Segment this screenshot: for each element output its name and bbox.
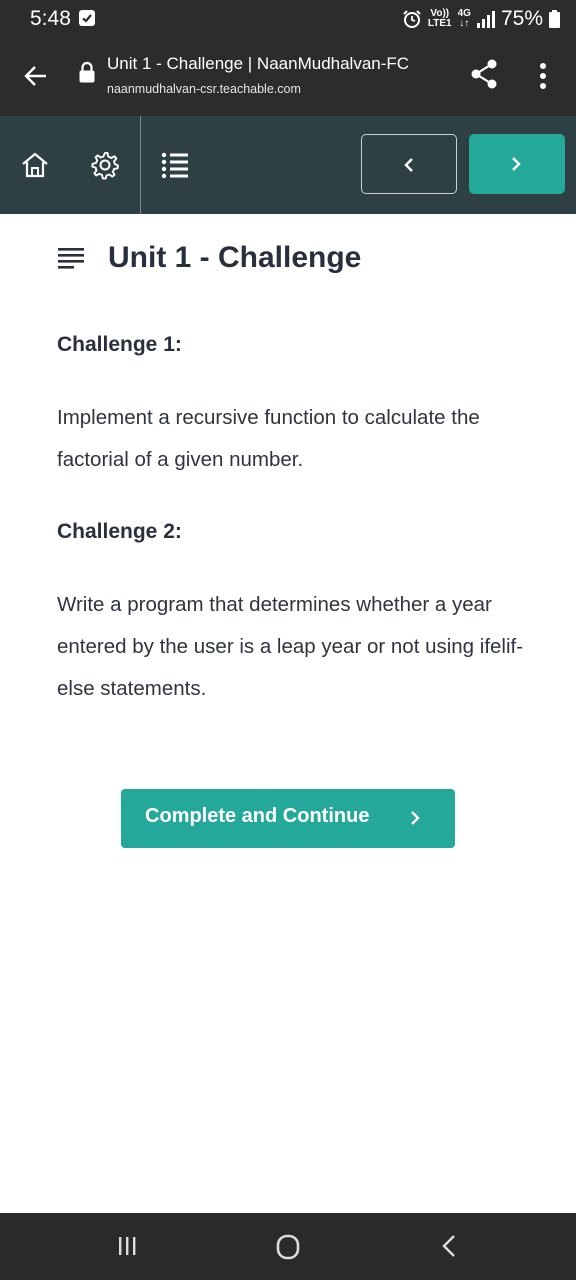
- nav-divider: [140, 116, 141, 214]
- battery-icon: [549, 10, 560, 28]
- gear-icon[interactable]: [90, 150, 120, 180]
- previous-lesson-button[interactable]: [361, 134, 457, 194]
- lock-icon: [79, 61, 95, 83]
- home-icon[interactable]: [20, 150, 50, 180]
- lesson-header: Unit 1 - Challenge: [58, 238, 361, 278]
- next-lesson-button[interactable]: [469, 134, 565, 194]
- recents-icon[interactable]: [116, 1235, 138, 1257]
- check-icon: [79, 10, 95, 26]
- complete-and-continue-button[interactable]: Complete and Continue: [121, 789, 455, 848]
- back-arrow-icon[interactable]: [22, 62, 50, 90]
- back-chevron-icon[interactable]: [440, 1234, 458, 1258]
- status-indicators: Vo)) LTE1 4G ↓↑ 75%: [402, 6, 560, 32]
- volte-bottom: LTE1: [427, 18, 452, 29]
- network-indicator: 4G ↓↑: [458, 9, 471, 29]
- challenge-heading: Challenge 1:: [57, 333, 182, 356]
- battery-percent: 75%: [500, 7, 543, 30]
- complete-button-label: Complete and Continue: [145, 805, 370, 827]
- home-circle-icon[interactable]: [276, 1234, 300, 1260]
- volte-indicator: Vo)) LTE1: [428, 9, 452, 29]
- browser-toolbar: Unit 1 - Challenge | NaanMudhalvan-FC na…: [0, 38, 576, 116]
- course-nav: [0, 116, 576, 214]
- lesson-title: Unit 1 - Challenge: [108, 241, 362, 274]
- share-icon[interactable]: [470, 58, 498, 90]
- status-time: 5:48: [30, 7, 71, 30]
- text-lines-icon: [58, 248, 84, 269]
- chevron-right-icon: [512, 157, 521, 171]
- data-arrows-icon: ↓↑: [459, 18, 470, 29]
- system-navigation-bar: [0, 1213, 576, 1280]
- list-icon[interactable]: [160, 150, 190, 180]
- more-vert-icon[interactable]: [533, 62, 553, 90]
- signal-icon: [476, 10, 495, 28]
- challenge-description: Write a program that determines whether …: [57, 593, 524, 700]
- url-host[interactable]: naanmudhalvan-csr.teachable.com: [107, 82, 301, 96]
- challenge-heading: Challenge 2:: [57, 520, 182, 543]
- page-title[interactable]: Unit 1 - Challenge | NaanMudhalvan-FC: [107, 54, 409, 74]
- challenge-description: Implement a recursive function to calcul…: [57, 406, 480, 471]
- chevron-left-icon: [404, 158, 413, 172]
- alarm-icon: [403, 10, 421, 28]
- status-bar: 5:48 Vo)) LTE1 4G ↓↑ 75%: [0, 0, 576, 38]
- chevron-right-icon: [411, 811, 420, 825]
